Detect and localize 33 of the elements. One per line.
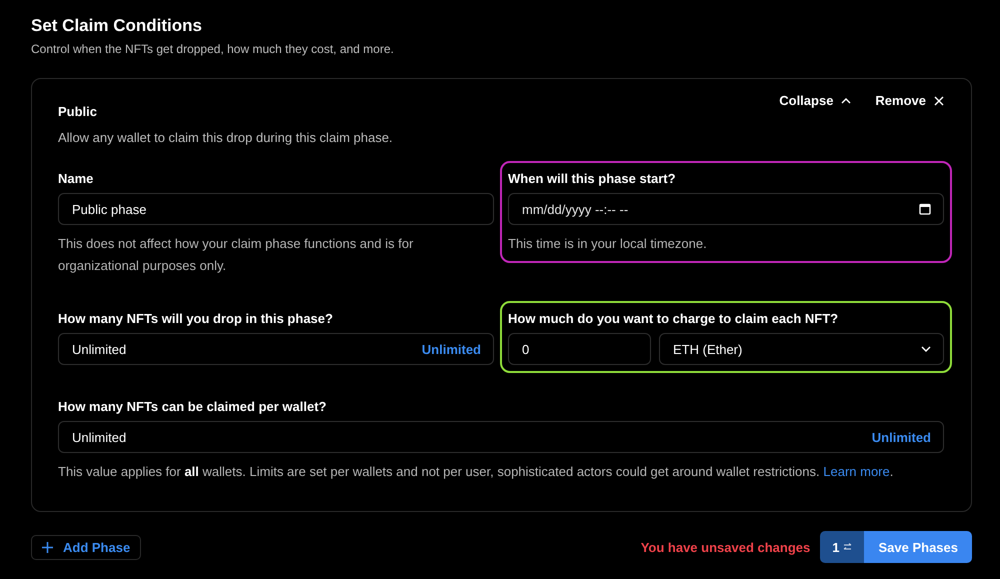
phase-description: Allow any wallet to claim this drop during this claim phase. xyxy=(58,130,393,145)
page-subtitle: Control when the NFTs get dropped, how much they cost, and more. xyxy=(31,42,395,56)
collapse-button[interactable]: Collapse xyxy=(779,93,852,108)
plus-icon xyxy=(42,542,53,552)
unlimited-button[interactable]: Unlimited xyxy=(872,430,931,444)
page-title: Set Claim Conditions xyxy=(31,16,203,36)
help-text: This value applies for all wallets. Limits are set per wallets and not per user, sophisticated actors could get around wallet restrictions. Learn more. xyxy=(58,463,894,481)
unsaved-warning: You have unsaved changes xyxy=(640,540,810,554)
close-icon xyxy=(934,96,944,106)
swap-arrows-icon xyxy=(843,543,852,551)
add-phase-button[interactable]: Add Phase xyxy=(31,534,142,560)
field-label: When will this phase start? xyxy=(508,171,677,186)
date-input[interactable]: mm/dd/yyyy --:-- -- xyxy=(508,193,944,225)
remove-button[interactable]: Remove xyxy=(875,93,944,108)
currency-select[interactable]: ETH (Ether) xyxy=(659,333,944,365)
number-input[interactable]: Unlimited Unlimited xyxy=(58,421,944,453)
help-text: This time is in your local timezone. xyxy=(508,235,708,253)
field-label: How many NFTs can be claimed per wallet? xyxy=(58,399,328,414)
chevron-up-icon xyxy=(841,98,852,104)
field-label: Name xyxy=(58,171,94,186)
field-label: How much do you want to charge to claim each NFT? xyxy=(508,311,840,326)
text-input[interactable]: Public phase xyxy=(58,193,494,225)
field-label: How many NFTs will you drop in this phase? xyxy=(58,311,334,326)
number-input[interactable]: Unlimited Unlimited xyxy=(58,333,494,365)
phase-title: Public xyxy=(58,104,98,119)
unlimited-button[interactable]: Unlimited xyxy=(422,342,481,356)
changes-count-button[interactable]: 1 xyxy=(820,531,864,563)
help-text: This does not affect how your claim phase functions and is for organizational purposes only. xyxy=(58,235,414,275)
save-phases-button[interactable]: Save Phases xyxy=(864,531,972,563)
price-input[interactable]: 0 xyxy=(508,333,651,365)
chevron-down-icon xyxy=(921,346,931,352)
learn-more-link[interactable]: Learn more xyxy=(823,464,890,479)
calendar-icon[interactable] xyxy=(919,203,931,215)
